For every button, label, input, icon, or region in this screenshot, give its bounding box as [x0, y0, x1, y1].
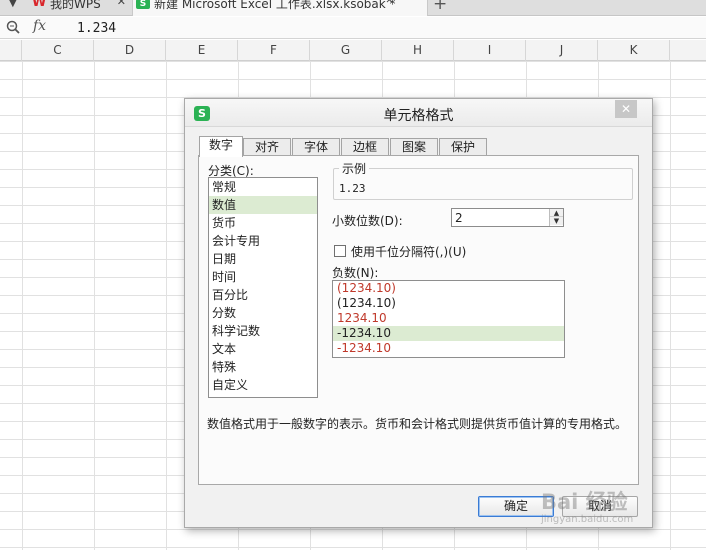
column-header-partial[interactable] [670, 40, 706, 61]
function-fx-icon[interactable]: fx [33, 18, 46, 34]
column-header-d[interactable]: D [94, 40, 166, 61]
dialog-title: 单元格格式 [383, 108, 454, 124]
negative-numbers-label: 负数(N): [332, 266, 379, 280]
column-header-k[interactable]: K [598, 40, 670, 61]
category-list[interactable]: 常规 数值 货币 会计专用 日期 时间 百分比 分数 科学记数 文本 特殊 自定… [208, 177, 318, 398]
stepper-down-icon[interactable]: ▼ [550, 217, 563, 225]
close-tab-icon[interactable]: ✕ [385, 0, 393, 6]
column-header-j[interactable]: J [526, 40, 598, 61]
document-tab-bar: ▼ W 我的WPS ✕ S 新建 Microsoft Excel 工作表.xls… [0, 0, 706, 16]
tab-document-label: 新建 Microsoft Excel 工作表.xlsx.ksobak * [154, 0, 396, 11]
negative-numbers-list[interactable]: (1234.10) (1234.10) 1234.10 -1234.10 -12… [332, 280, 565, 358]
tab-my-wps-label: 我的WPS [50, 0, 101, 11]
spreadsheet-logo-icon: S [136, 0, 150, 9]
list-item-selected[interactable]: -1234.10 [333, 326, 564, 341]
wps-logo-icon: W [32, 0, 47, 10]
tab-list-dropdown-icon[interactable]: ▼ [9, 0, 17, 9]
tab-number[interactable]: 数字 [199, 136, 243, 157]
list-item[interactable]: 1234.10 [333, 311, 564, 326]
list-item[interactable]: 货币 [209, 214, 317, 232]
list-item[interactable]: (1234.10) [333, 281, 564, 296]
list-item[interactable]: -1234.10 [333, 341, 564, 356]
thousands-separator-checkbox[interactable] [334, 245, 346, 257]
list-item-selected[interactable]: 数值 [209, 196, 317, 214]
list-item[interactable]: 常规 [209, 178, 317, 196]
list-item[interactable]: 时间 [209, 268, 317, 286]
list-item[interactable]: 特殊 [209, 358, 317, 376]
list-item[interactable]: (1234.10) [333, 296, 564, 311]
thousands-separator-label[interactable]: 使用千位分隔符(,)(U) [351, 243, 466, 260]
column-header-f[interactable]: F [238, 40, 310, 61]
tab-content-panel: 分类(C): 常规 数值 货币 会计专用 日期 时间 百分比 分数 科学记数 文… [198, 155, 639, 485]
format-cells-dialog: S 单元格格式 ✕ 数字 对齐 字体 边框 图案 保护 分类(C): 常规 数值… [184, 98, 653, 528]
watermark-url: jingyan.baidu.com [541, 514, 634, 525]
new-tab-plus-icon[interactable]: + [433, 0, 447, 14]
list-item[interactable]: 百分比 [209, 286, 317, 304]
dialog-title-bar[interactable]: S 单元格格式 ✕ [185, 99, 652, 127]
tab-my-wps[interactable]: W 我的WPS ✕ [30, 0, 130, 16]
format-description: 数值格式用于一般数字的表示。货币和会计格式则提供货币值计算的专用格式。 [207, 417, 628, 431]
decimal-places-value[interactable]: 2 [455, 211, 463, 225]
baidu-watermark: Bai 经验 jingyan.baidu.com [541, 490, 669, 532]
watermark-brand: Bai 经验 [541, 490, 628, 514]
list-item[interactable]: 文本 [209, 340, 317, 358]
tab-excel-document[interactable]: S 新建 Microsoft Excel 工作表.xlsx.ksobak * ✕ [132, 0, 428, 16]
column-header-g[interactable]: G [310, 40, 382, 61]
list-item[interactable]: 自定义 [209, 376, 317, 394]
decimal-places-label: 小数位数(D): [332, 214, 403, 228]
sample-value: 1.23 [339, 182, 366, 195]
sample-frame [333, 168, 633, 200]
column-header-partial[interactable] [0, 40, 22, 61]
tab-font[interactable]: 字体 [292, 138, 340, 156]
tab-border[interactable]: 边框 [341, 138, 389, 156]
close-icon[interactable]: ✕ [615, 100, 637, 118]
column-header-e[interactable]: E [166, 40, 238, 61]
tab-protection[interactable]: 保护 [439, 138, 487, 156]
list-item[interactable]: 会计专用 [209, 232, 317, 250]
column-header-h[interactable]: H [382, 40, 454, 61]
list-item[interactable]: 日期 [209, 250, 317, 268]
column-headers: C D E F G H I J K [0, 40, 706, 61]
tab-pattern[interactable]: 图案 [390, 138, 438, 156]
stepper-buttons: ▲ ▼ [549, 209, 563, 226]
column-header-c[interactable]: C [22, 40, 94, 61]
close-tab-icon[interactable]: ✕ [117, 0, 126, 7]
tab-alignment[interactable]: 对齐 [243, 138, 291, 156]
decimal-places-stepper[interactable]: 2 ▲ ▼ [451, 208, 564, 227]
sample-label: 示例 [339, 160, 370, 177]
formula-bar: fx 1.234 [0, 17, 706, 39]
list-item[interactable]: 科学记数 [209, 322, 317, 340]
column-header-i[interactable]: I [454, 40, 526, 61]
formula-input[interactable]: 1.234 [77, 21, 116, 36]
list-item[interactable]: 分数 [209, 304, 317, 322]
zoom-search-icon[interactable] [6, 20, 20, 34]
stepper-up-icon[interactable]: ▲ [550, 209, 563, 217]
